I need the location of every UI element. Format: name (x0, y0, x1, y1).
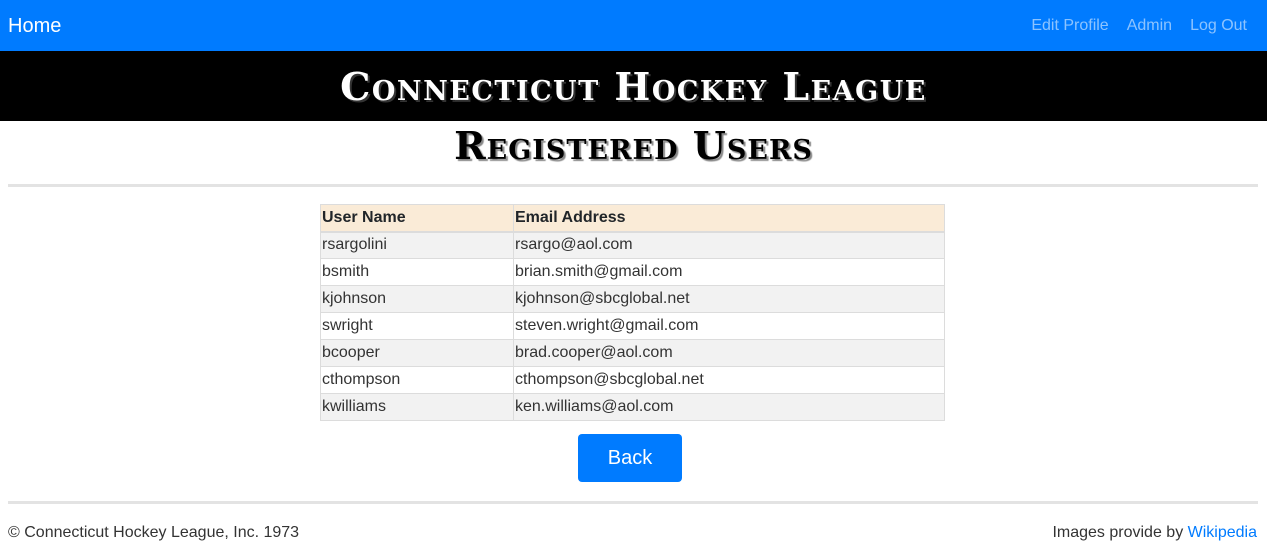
user-name-cell: swright (320, 312, 514, 340)
wikipedia-link[interactable]: Wikipedia (1188, 524, 1257, 541)
user-name-cell: kwilliams (320, 393, 514, 421)
email-cell: brad.cooper@aol.com (513, 339, 945, 367)
top-divider (8, 184, 1258, 187)
table-row: swright steven.wright@gmail.com (320, 312, 945, 340)
bottom-divider (8, 501, 1258, 504)
users-table: User Name Email Address rsargolini rsarg… (320, 204, 945, 421)
nav-links: Edit Profile Admin Log Out (1031, 17, 1247, 35)
user-name-cell: cthompson (320, 366, 514, 394)
edit-profile-link[interactable]: Edit Profile (1031, 17, 1108, 35)
top-navbar: Home Edit Profile Admin Log Out (0, 0, 1267, 51)
user-name-cell: bcooper (320, 339, 514, 367)
column-header-user-name: User Name (320, 204, 514, 233)
table-row: rsargolini rsargo@aol.com (320, 231, 945, 259)
image-credit-text: Images provide by (1052, 524, 1188, 541)
log-out-link[interactable]: Log Out (1190, 17, 1247, 35)
email-cell: kjohnson@sbcglobal.net (513, 285, 945, 313)
column-header-email-address: Email Address (513, 204, 945, 233)
copyright-text: © Connecticut Hockey League, Inc. 1973 (8, 524, 300, 541)
user-name-cell: rsargolini (320, 231, 514, 259)
table-row: cthompson cthompson@sbcglobal.net (320, 366, 945, 394)
table-row: bsmith brian.smith@gmail.com (320, 258, 945, 286)
home-link[interactable]: Home (8, 16, 61, 36)
table-row: kwilliams ken.williams@aol.com (320, 393, 945, 421)
table-header-row: User Name Email Address (320, 204, 945, 233)
email-cell: ken.williams@aol.com (513, 393, 945, 421)
back-button[interactable]: Back (578, 434, 682, 482)
image-credit: Images provide by Wikipedia (1052, 524, 1257, 542)
email-cell: rsargo@aol.com (513, 231, 945, 259)
admin-link[interactable]: Admin (1127, 17, 1172, 35)
site-banner: Connecticut Hockey League (0, 51, 1267, 121)
user-name-cell: bsmith (320, 258, 514, 286)
user-name-cell: kjohnson (320, 285, 514, 313)
email-cell: brian.smith@gmail.com (513, 258, 945, 286)
table-row: kjohnson kjohnson@sbcglobal.net (320, 285, 945, 313)
email-cell: cthompson@sbcglobal.net (513, 366, 945, 394)
email-cell: steven.wright@gmail.com (513, 312, 945, 340)
page-title: Registered Users (454, 123, 813, 168)
table-row: bcooper brad.cooper@aol.com (320, 339, 945, 367)
site-title: Connecticut Hockey League (340, 63, 927, 109)
